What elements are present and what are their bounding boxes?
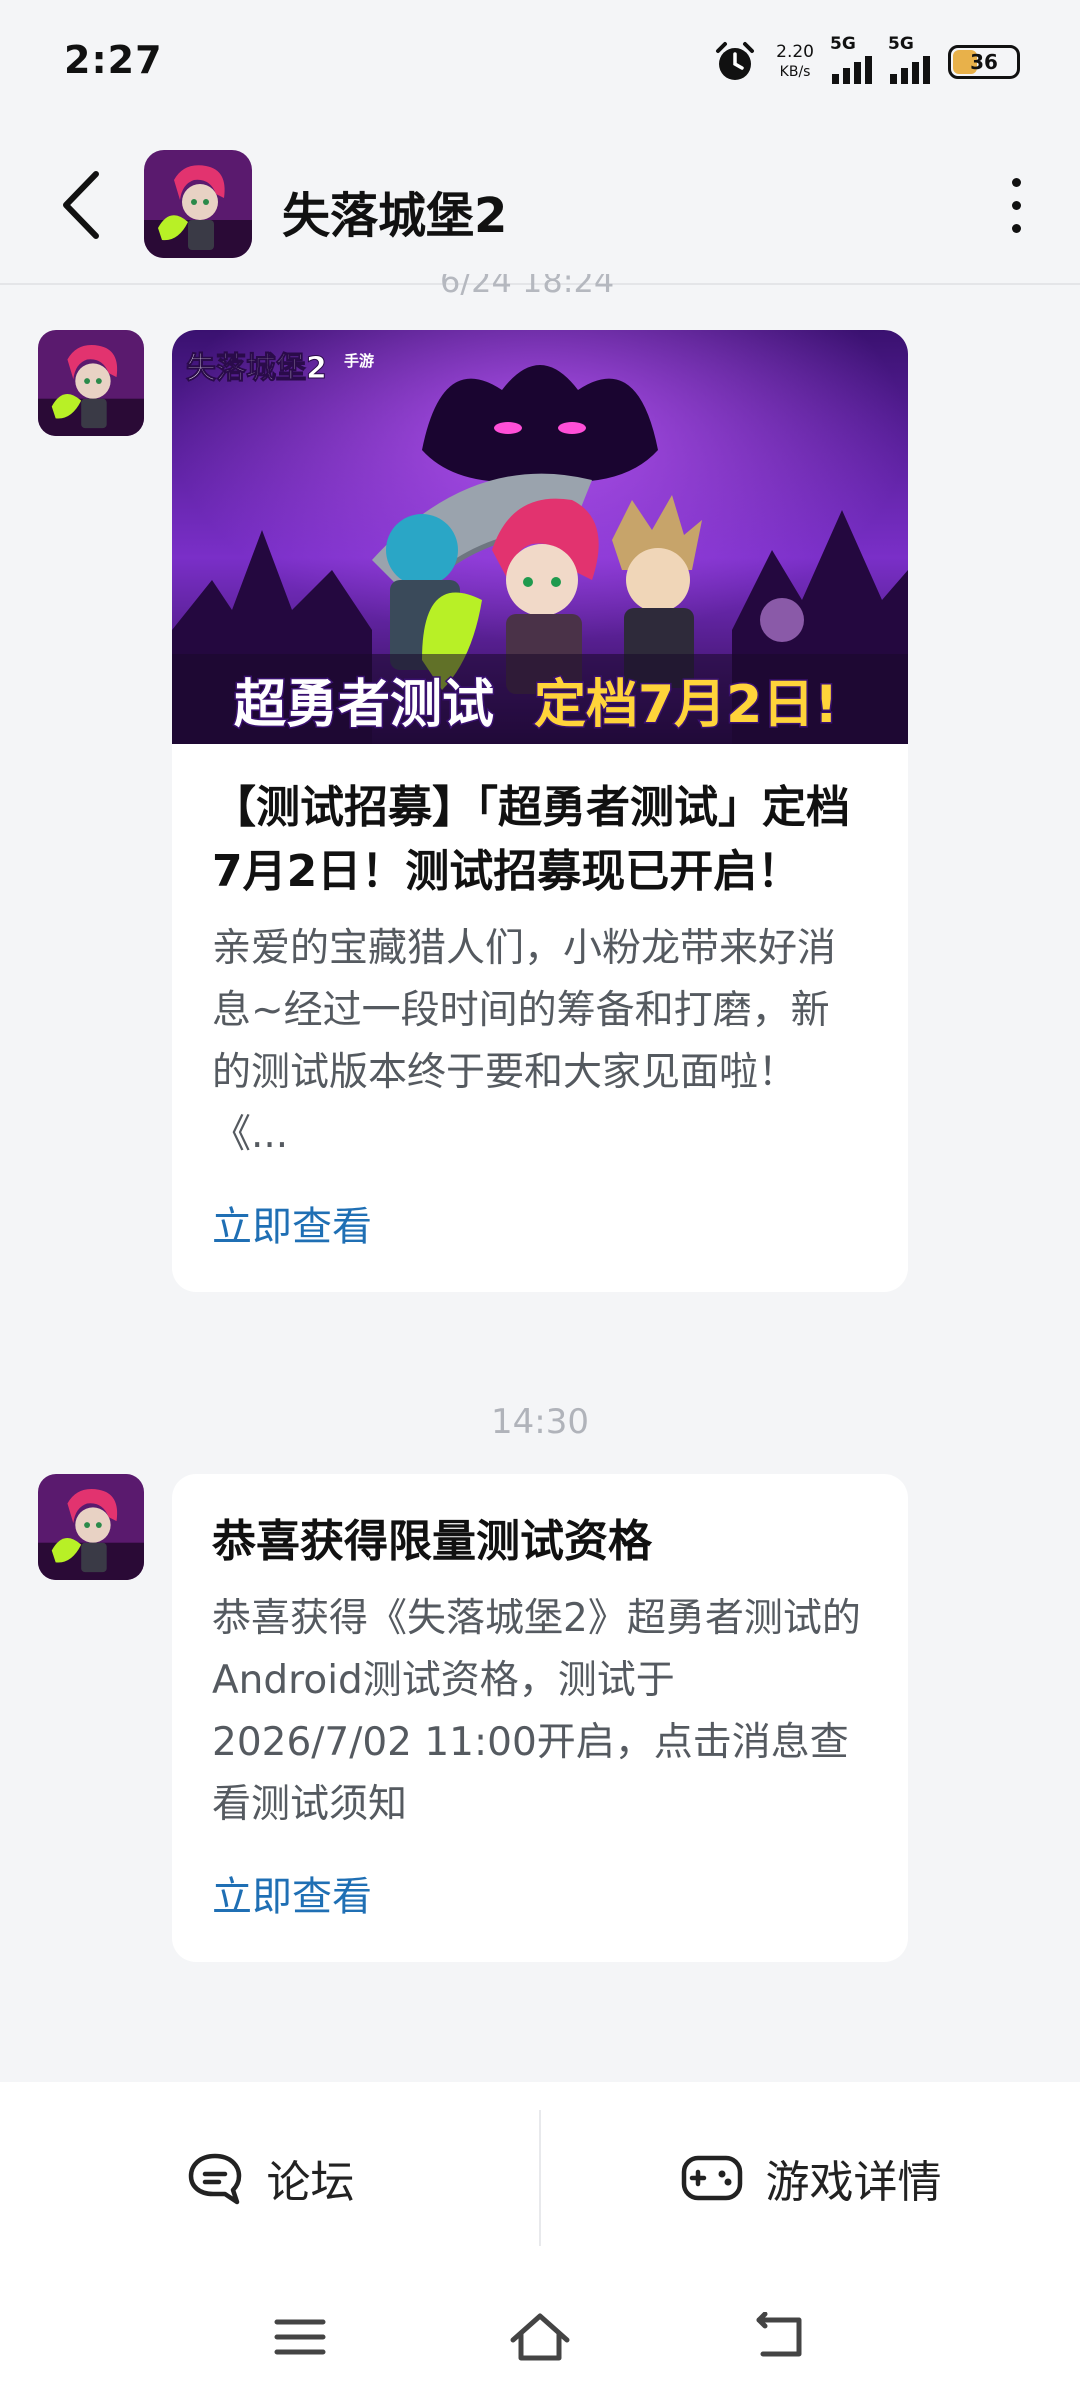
- avatar[interactable]: [38, 330, 144, 436]
- view-now-link[interactable]: 立即查看: [212, 1194, 868, 1252]
- forum-button[interactable]: 论坛: [0, 2082, 539, 2274]
- home-button[interactable]: [420, 2310, 660, 2364]
- avatar[interactable]: [38, 1474, 144, 1580]
- battery-icon: 36: [948, 45, 1020, 79]
- message-title: 恭喜获得限量测试资格: [212, 1516, 652, 1567]
- more-options-button[interactable]: [996, 175, 1036, 235]
- message-card[interactable]: 恭喜获得限量测试资格 恭喜获得《失落城堡2》超勇者测试的Android测试资格，…: [172, 1474, 908, 1962]
- view-now-link[interactable]: 立即查看: [212, 1864, 868, 1922]
- game-detail-button[interactable]: 游戏详情: [541, 2082, 1080, 2274]
- banner-caption-left: 超勇者测试: [234, 675, 494, 735]
- game-detail-label: 游戏详情: [765, 2157, 942, 2208]
- message-title: 【测试招募】「超勇者测试」定档7月2日！测试招募现已开启！: [212, 782, 850, 897]
- signal-icon: 5G: [888, 34, 930, 84]
- back-nav-icon: [756, 2312, 802, 2357]
- forum-icon: [188, 2153, 241, 2205]
- home-icon: [510, 2313, 570, 2361]
- alarm-icon: [716, 42, 755, 80]
- system-nav-bar: [0, 2274, 1080, 2400]
- banner-logo-sub: 手游: [344, 352, 374, 370]
- page-title: 失落城堡2: [282, 188, 508, 244]
- timestamp: 14:30: [491, 1402, 589, 1442]
- status-time: 2:27: [64, 38, 163, 82]
- back-icon: [63, 171, 99, 239]
- menu-icon: [274, 2319, 326, 2355]
- gamepad-icon: [681, 2155, 742, 2201]
- chat-header: 失落城堡2: [0, 130, 1080, 280]
- banner-image[interactable]: 失落城堡2 手游 超勇者测试 定档7月2日!: [172, 330, 908, 744]
- net-speed-unit: KB/s: [779, 64, 811, 80]
- more-icon: [1011, 177, 1021, 187]
- net-speed-value: 2.20: [776, 42, 814, 62]
- back-nav-button[interactable]: [660, 2312, 900, 2362]
- app-icon[interactable]: [144, 150, 252, 258]
- message-description: 恭喜获得《失落城堡2》超勇者测试的Android测试资格，测试于2026/7/0…: [212, 1596, 861, 1827]
- message-card[interactable]: 失落城堡2 手游 超勇者测试 定档7月2日! 【测试招募】「超勇者测试」定档7月…: [172, 330, 908, 1292]
- forum-label: 论坛: [266, 2157, 355, 2208]
- battery-level: 36: [970, 50, 998, 74]
- recent-apps-button[interactable]: [180, 2316, 420, 2358]
- status-bar: 2:27 2.20 KB/s 5G 5G 36: [0, 0, 1080, 120]
- net-speed: 2.20 KB/s: [776, 42, 814, 82]
- message-description: 亲爱的宝藏猎人们，小粉龙带来好消息~经过一段时间的筹备和打磨，新的测试版本终于要…: [212, 926, 837, 1157]
- status-icons: 2.20 KB/s 5G 5G 36: [712, 34, 1020, 90]
- back-button[interactable]: [50, 165, 110, 245]
- banner-logo: 失落城堡2: [186, 351, 327, 386]
- signal-label: 5G: [888, 34, 914, 54]
- signal-icon: 5G: [830, 34, 872, 84]
- bottom-action-bar: 论坛 游戏详情: [0, 2082, 1080, 2274]
- banner-caption-right: 定档7月2日!: [534, 675, 838, 735]
- signal-label: 5G: [830, 34, 856, 54]
